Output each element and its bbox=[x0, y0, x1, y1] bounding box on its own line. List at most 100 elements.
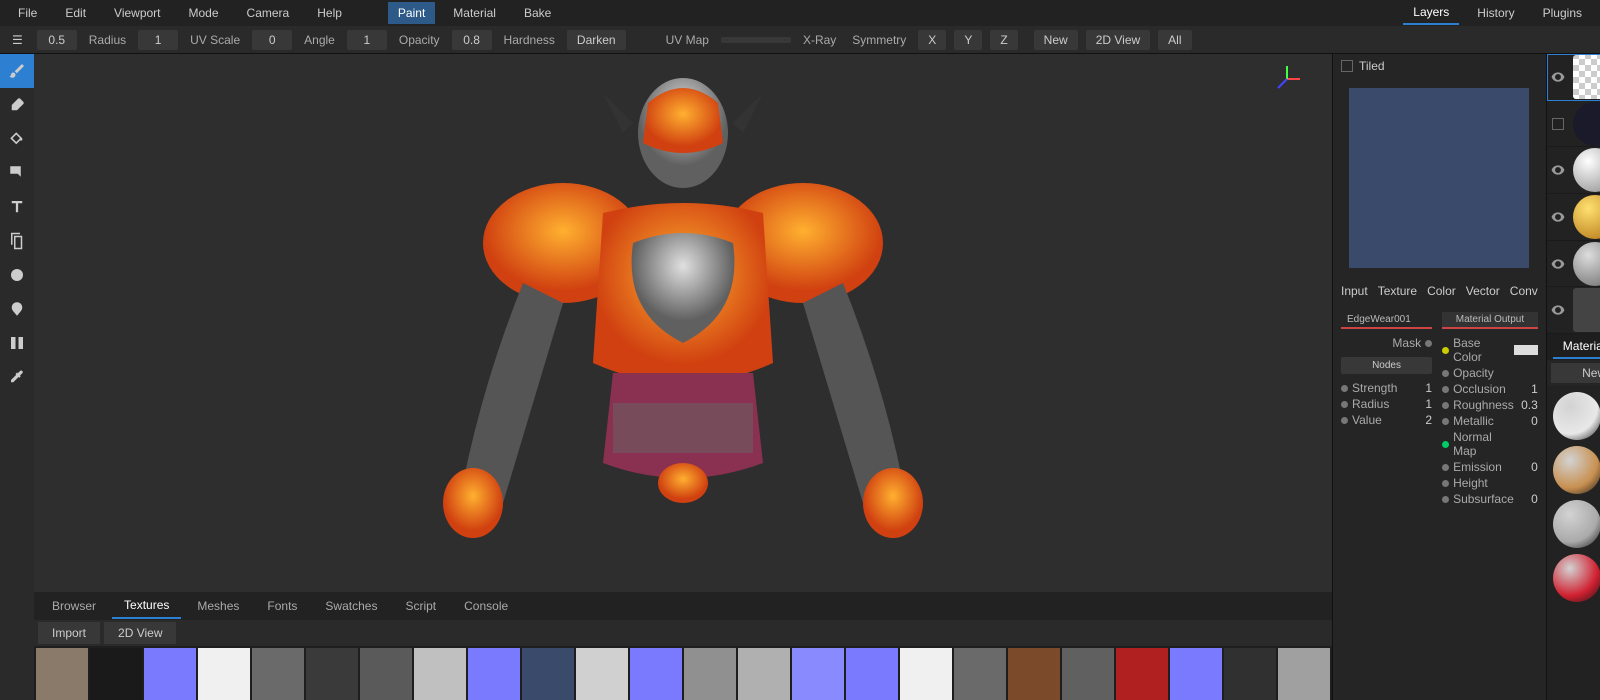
socket-icon[interactable] bbox=[1341, 401, 1348, 408]
fill-tool[interactable] bbox=[0, 122, 34, 156]
mode-material[interactable]: Material bbox=[443, 2, 506, 24]
menu-viewport[interactable]: Viewport bbox=[104, 2, 170, 24]
axis-gizmo[interactable] bbox=[1272, 64, 1302, 94]
visibility-toggle[interactable] bbox=[1547, 54, 1569, 100]
visibility-toggle[interactable] bbox=[1547, 241, 1569, 287]
layer-new-button[interactable]: New bbox=[1034, 30, 1078, 50]
menu-mode[interactable]: Mode bbox=[179, 2, 229, 24]
tab-layers[interactable]: Layers bbox=[1403, 1, 1459, 25]
sym-y[interactable]: Y bbox=[954, 30, 982, 50]
nodetab-conv[interactable]: Conv bbox=[1510, 284, 1538, 298]
opacity-input[interactable]: 0.8 bbox=[452, 30, 492, 50]
mask-output[interactable]: Mask bbox=[1341, 336, 1421, 350]
layer-base[interactable]: BaseMixShared bbox=[1547, 287, 1600, 334]
layer-all-button[interactable]: All bbox=[1158, 30, 1191, 50]
param-value[interactable]: 0 bbox=[1518, 414, 1538, 428]
decal-tool[interactable] bbox=[0, 156, 34, 190]
viewport-3d[interactable] bbox=[34, 54, 1332, 592]
texture-thumb[interactable] bbox=[198, 648, 250, 700]
smudge-tool[interactable] bbox=[0, 292, 34, 326]
layer-layer-4[interactable]: Layer 4MixDecor bbox=[1547, 147, 1600, 194]
nodetab-texture[interactable]: Texture bbox=[1378, 284, 1417, 298]
menu-camera[interactable]: Camera bbox=[237, 2, 300, 24]
texture-thumb[interactable] bbox=[1062, 648, 1114, 700]
nodetab-vector[interactable]: Vector bbox=[1466, 284, 1500, 298]
eraser-tool[interactable] bbox=[0, 88, 34, 122]
texture-thumb[interactable] bbox=[684, 648, 736, 700]
texture-thumb[interactable] bbox=[36, 648, 88, 700]
texture-thumb[interactable] bbox=[306, 648, 358, 700]
visibility-toggle[interactable] bbox=[1547, 194, 1569, 240]
import-button[interactable]: Import bbox=[38, 622, 100, 644]
param-value[interactable]: 0 bbox=[1518, 492, 1538, 506]
2dview-button[interactable]: 2D View bbox=[104, 622, 176, 644]
texture-thumb[interactable] bbox=[576, 648, 628, 700]
tab-meshes[interactable]: Meshes bbox=[185, 594, 251, 618]
tab-browser[interactable]: Browser bbox=[40, 594, 108, 618]
menu-edit[interactable]: Edit bbox=[55, 2, 96, 24]
param-value[interactable]: 2 bbox=[1412, 413, 1432, 427]
socket-icon[interactable] bbox=[1442, 418, 1449, 425]
texture-thumb[interactable] bbox=[252, 648, 304, 700]
tab-fonts[interactable]: Fonts bbox=[255, 594, 309, 618]
edgewear-node[interactable]: EdgeWear001 Mask Nodes Strength1Radius1V… bbox=[1341, 312, 1432, 692]
tab-materials[interactable]: Materials bbox=[1553, 335, 1600, 359]
angle-input[interactable]: 1 bbox=[347, 30, 387, 50]
tab-console[interactable]: Console bbox=[452, 594, 520, 618]
socket-icon[interactable] bbox=[1442, 347, 1449, 354]
layer-layer-3[interactable]: Layer 3MixPlate bbox=[1547, 194, 1600, 241]
clone-tool[interactable] bbox=[0, 224, 34, 258]
socket-icon[interactable] bbox=[1442, 386, 1449, 393]
texture-thumb[interactable] bbox=[1224, 648, 1276, 700]
socket-icon[interactable] bbox=[1442, 441, 1449, 448]
socket-icon[interactable] bbox=[1442, 480, 1449, 487]
visibility-toggle[interactable] bbox=[1547, 101, 1569, 147]
sym-z[interactable]: Z bbox=[990, 30, 1017, 50]
sym-x[interactable]: X bbox=[918, 30, 946, 50]
texture-preview[interactable] bbox=[1349, 88, 1529, 268]
param-value[interactable]: 1 bbox=[1412, 381, 1432, 395]
text-tool[interactable] bbox=[0, 190, 34, 224]
texture-thumb[interactable] bbox=[1278, 648, 1330, 700]
socket-icon[interactable] bbox=[1442, 464, 1449, 471]
uvscale-input[interactable]: 0 bbox=[252, 30, 292, 50]
texture-thumb[interactable] bbox=[1008, 648, 1060, 700]
menu-help[interactable]: Help bbox=[307, 2, 352, 24]
material-ball[interactable] bbox=[1553, 554, 1600, 602]
param-value[interactable]: 1 bbox=[1412, 397, 1432, 411]
texture-thumb[interactable] bbox=[738, 648, 790, 700]
socket-icon[interactable] bbox=[1442, 370, 1449, 377]
tiled-checkbox[interactable] bbox=[1341, 60, 1353, 72]
mode-bake[interactable]: Bake bbox=[514, 2, 561, 24]
particle-tool[interactable] bbox=[0, 326, 34, 360]
uvmap-dropdown[interactable] bbox=[721, 37, 791, 43]
xray-toggle[interactable]: X-Ray bbox=[799, 33, 840, 47]
menu-file[interactable]: File bbox=[8, 2, 47, 24]
material-output-node[interactable]: Material Output Base ColorOpacityOcclusi… bbox=[1442, 312, 1538, 692]
texture-thumb[interactable] bbox=[144, 648, 196, 700]
nodetab-input[interactable]: Input bbox=[1341, 284, 1368, 298]
layer-wear[interactable]: WearMixShared bbox=[1547, 101, 1600, 148]
param-value[interactable]: 0.3 bbox=[1518, 398, 1538, 412]
param-value[interactable]: 1 bbox=[1518, 382, 1538, 396]
blur-tool[interactable] bbox=[0, 258, 34, 292]
tab-plugins[interactable]: Plugins bbox=[1533, 2, 1592, 24]
mode-paint[interactable]: Paint bbox=[388, 2, 435, 24]
texture-thumb[interactable] bbox=[630, 648, 682, 700]
texture-thumb[interactable] bbox=[954, 648, 1006, 700]
material-ball[interactable] bbox=[1553, 500, 1600, 548]
brush-tool[interactable] bbox=[0, 54, 34, 88]
texture-thumb[interactable] bbox=[468, 648, 520, 700]
texture-thumb[interactable] bbox=[90, 648, 142, 700]
material-ball[interactable] bbox=[1553, 392, 1600, 440]
radius-input[interactable]: 1 bbox=[138, 30, 178, 50]
tab-textures[interactable]: Textures bbox=[112, 593, 181, 619]
visibility-toggle[interactable] bbox=[1547, 287, 1569, 333]
texture-thumb[interactable] bbox=[522, 648, 574, 700]
tab-script[interactable]: Script bbox=[393, 594, 448, 618]
texture-thumb[interactable] bbox=[1170, 648, 1222, 700]
color-swatch[interactable] bbox=[1514, 345, 1538, 355]
texture-thumb[interactable] bbox=[1116, 648, 1168, 700]
texture-thumb[interactable] bbox=[792, 648, 844, 700]
blend-dropdown[interactable]: Darken bbox=[567, 30, 626, 50]
